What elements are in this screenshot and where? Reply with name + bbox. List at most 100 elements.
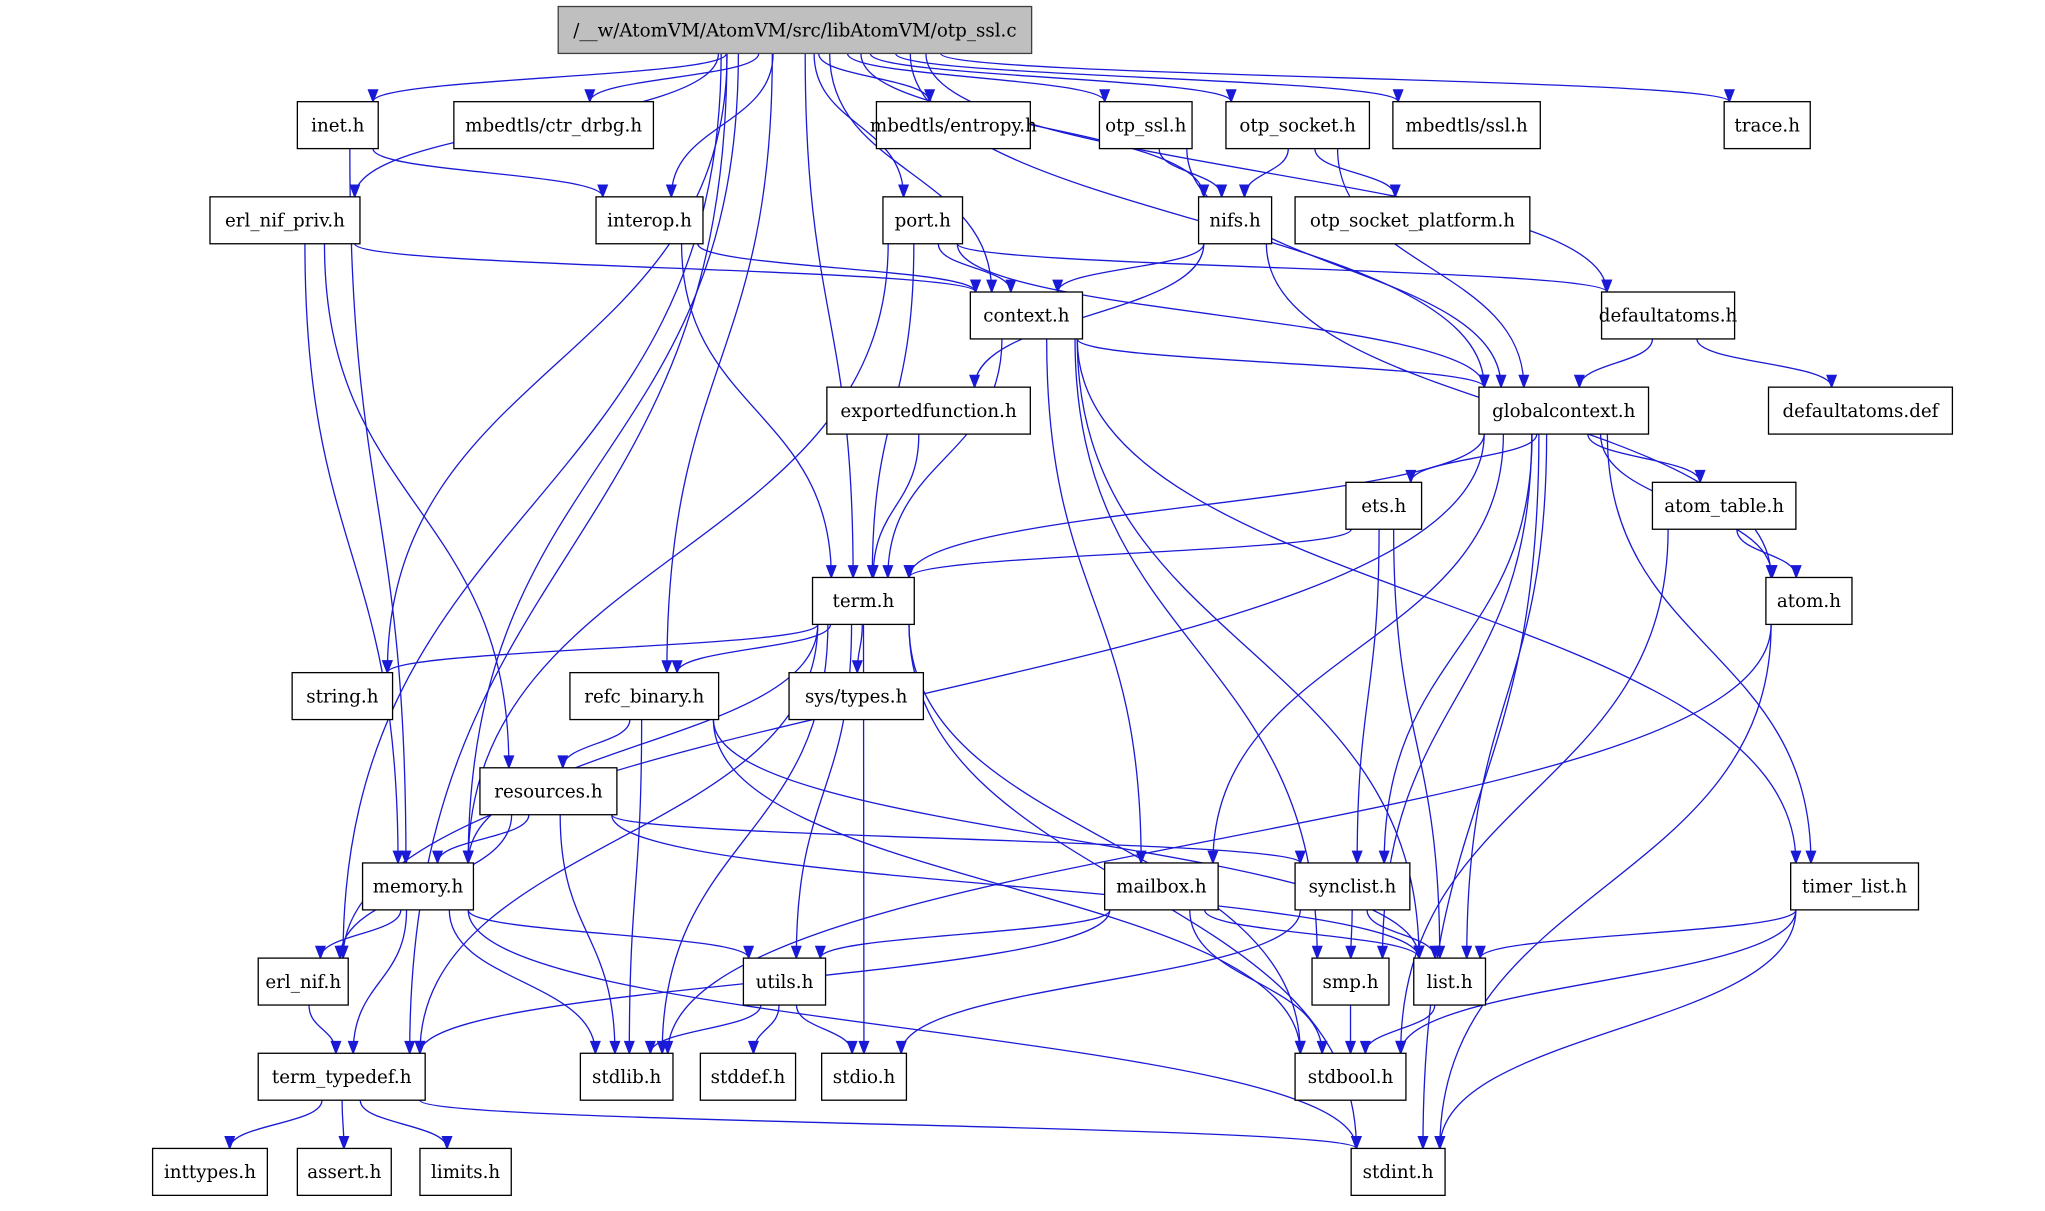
edge-line [467,624,819,863]
header-node-stdio[interactable]: stdio.h [820,1052,908,1101]
edge-line [1076,338,1797,863]
node-label: otp_socket_platform.h [1310,211,1515,232]
header-node-ets[interactable]: ets.h [1345,481,1423,530]
arrowhead-icon [347,1040,359,1056]
header-node-stdbool[interactable]: stdbool.h [1294,1052,1407,1101]
arrowhead-icon [1359,1040,1371,1056]
header-node-mbed-ssl[interactable]: mbedtls/ssl.h [1392,101,1541,150]
header-node-smp[interactable]: smp.h [1311,957,1390,1006]
node-label: erl_nif_priv.h [225,211,345,232]
header-node-port[interactable]: port.h [882,196,964,245]
header-node-limits[interactable]: limits.h [419,1147,512,1197]
edge-line [628,719,643,1054]
header-node-term[interactable]: term.h [811,576,915,626]
node-label: stdio.h [833,1067,896,1088]
header-node-utils[interactable]: utils.h [742,957,827,1006]
header-node-defaultatoms[interactable]: defaultatoms.h [1599,291,1738,340]
header-node-mailbox[interactable]: mailbox.h [1104,862,1219,911]
node-label: mailbox.h [1116,877,1207,898]
header-node-otp-socket-platform[interactable]: otp_socket_platform.h [1294,196,1531,245]
header-node-otp-ssl[interactable]: otp_ssl.h [1098,101,1193,150]
arrowhead-icon [858,1040,870,1056]
arrowhead-icon [414,1040,426,1056]
header-node-inet[interactable]: inet.h [296,101,379,150]
header-node-synclist[interactable]: synclist.h [1294,862,1411,911]
node-label: smp.h [1323,972,1379,993]
edge-synclist-to-list [1366,909,1441,960]
header-node-context[interactable]: context.h [969,291,1084,340]
header-node-list[interactable]: list.h [1413,957,1487,1006]
edge-term_typedef-to-stdint [419,1099,1362,1151]
header-node-stdlib[interactable]: stdlib.h [579,1052,674,1101]
header-node-sys-types[interactable]: sys/types.h [788,671,925,721]
edge-line [1439,624,1772,1149]
node-label: memory.h [373,877,464,898]
edge-line [419,1099,1358,1150]
arrowhead-icon [1495,374,1507,389]
header-node-erl-nif-priv[interactable]: erl_nif_priv.h [209,196,361,245]
edge-line [436,814,530,864]
header-node-resources[interactable]: resources.h [479,767,618,816]
edge-term-to-refc_binary [671,624,832,675]
header-node-otp-socket[interactable]: otp_socket.h [1225,101,1371,150]
edge-line [319,909,402,959]
edge-exportedfunction-to-term [867,434,920,580]
arrowhead-icon [1392,89,1404,104]
header-node-inttypes[interactable]: inttypes.h [151,1147,269,1197]
edge-line [1439,909,1797,1149]
header-node-stdint[interactable]: stdint.h [1350,1147,1446,1197]
edge-otp_socket-to-globalcontext [1336,148,1530,389]
arrowhead-icon [503,755,515,770]
node-label: inttypes.h [164,1162,256,1183]
arrowhead-icon [557,755,569,770]
header-node-timer-list[interactable]: timer_list.h [1790,862,1920,911]
edge-line [900,909,1301,1054]
arrowhead-icon [1238,184,1250,199]
edge-line [795,1004,853,1054]
node-label: otp_socket.h [1239,115,1356,136]
edge-utils-to-stdio [795,1004,858,1056]
header-node-entropy[interactable]: mbedtls/entropy.h [870,101,1037,150]
edge-memory-to-erl_nif [314,909,402,960]
header-node-assert[interactable]: assert.h [296,1147,392,1197]
edge-synclist-to-smp [1345,909,1357,960]
header-node-exportedfunction[interactable]: exportedfunction.h [826,386,1031,435]
node-label: limits.h [431,1162,500,1183]
header-node-atom[interactable]: atom.h [1765,576,1853,626]
header-node-string[interactable]: string.h [291,671,394,721]
header-node-term-typedef[interactable]: term_typedef.h [257,1052,426,1101]
arrowhead-icon [349,184,361,199]
header-node-globalcontext[interactable]: globalcontext.h [1478,386,1650,435]
header-node-erl-nif[interactable]: erl_nif.h [257,957,349,1006]
header-node-nifs[interactable]: nifs.h [1197,196,1273,245]
arrowhead-icon [392,850,404,865]
header-node-memory[interactable]: memory.h [361,862,475,911]
arrowhead-icon [462,850,474,865]
header-node-trace[interactable]: trace.h [1723,101,1811,150]
arrowhead-icon [404,1040,416,1056]
header-node-refc-binary[interactable]: refc_binary.h [569,671,720,721]
root-file-node: /__w/AtomVM/AtomVM/src/libAtomVM/otp_ssl… [557,5,1033,55]
arrowhead-icon [1378,850,1390,865]
header-node-stddef[interactable]: stddef.h [699,1052,797,1101]
node-label: defaultatoms.def [1782,401,1939,422]
edge-line [1243,148,1289,197]
header-node-ctr-drbg[interactable]: mbedtls/ctr_drbg.h [453,101,655,150]
arrowhead-icon [1790,565,1802,580]
edge-root-to-otp_ssl [846,53,1111,104]
node-label: synclist.h [1309,877,1397,898]
edge-line [908,528,1352,579]
edge-context-to-timer_list [1076,338,1802,865]
header-node-defaultatoms-def[interactable]: defaultatoms.def [1767,386,1954,435]
arrowhead-icon [1601,279,1613,294]
edge-inet-to-memory [349,148,412,865]
arrowhead-icon [432,850,444,865]
header-node-atom-table[interactable]: atom_table.h [1651,481,1797,530]
arrowhead-icon [898,184,910,199]
arrowhead-icon [1099,89,1111,104]
arrowhead-icon [1207,850,1219,865]
header-node-interop[interactable]: interop.h [595,196,704,245]
edge-line [1366,909,1436,959]
edge-line [1314,148,1396,197]
arrowhead-icon [1225,89,1237,104]
